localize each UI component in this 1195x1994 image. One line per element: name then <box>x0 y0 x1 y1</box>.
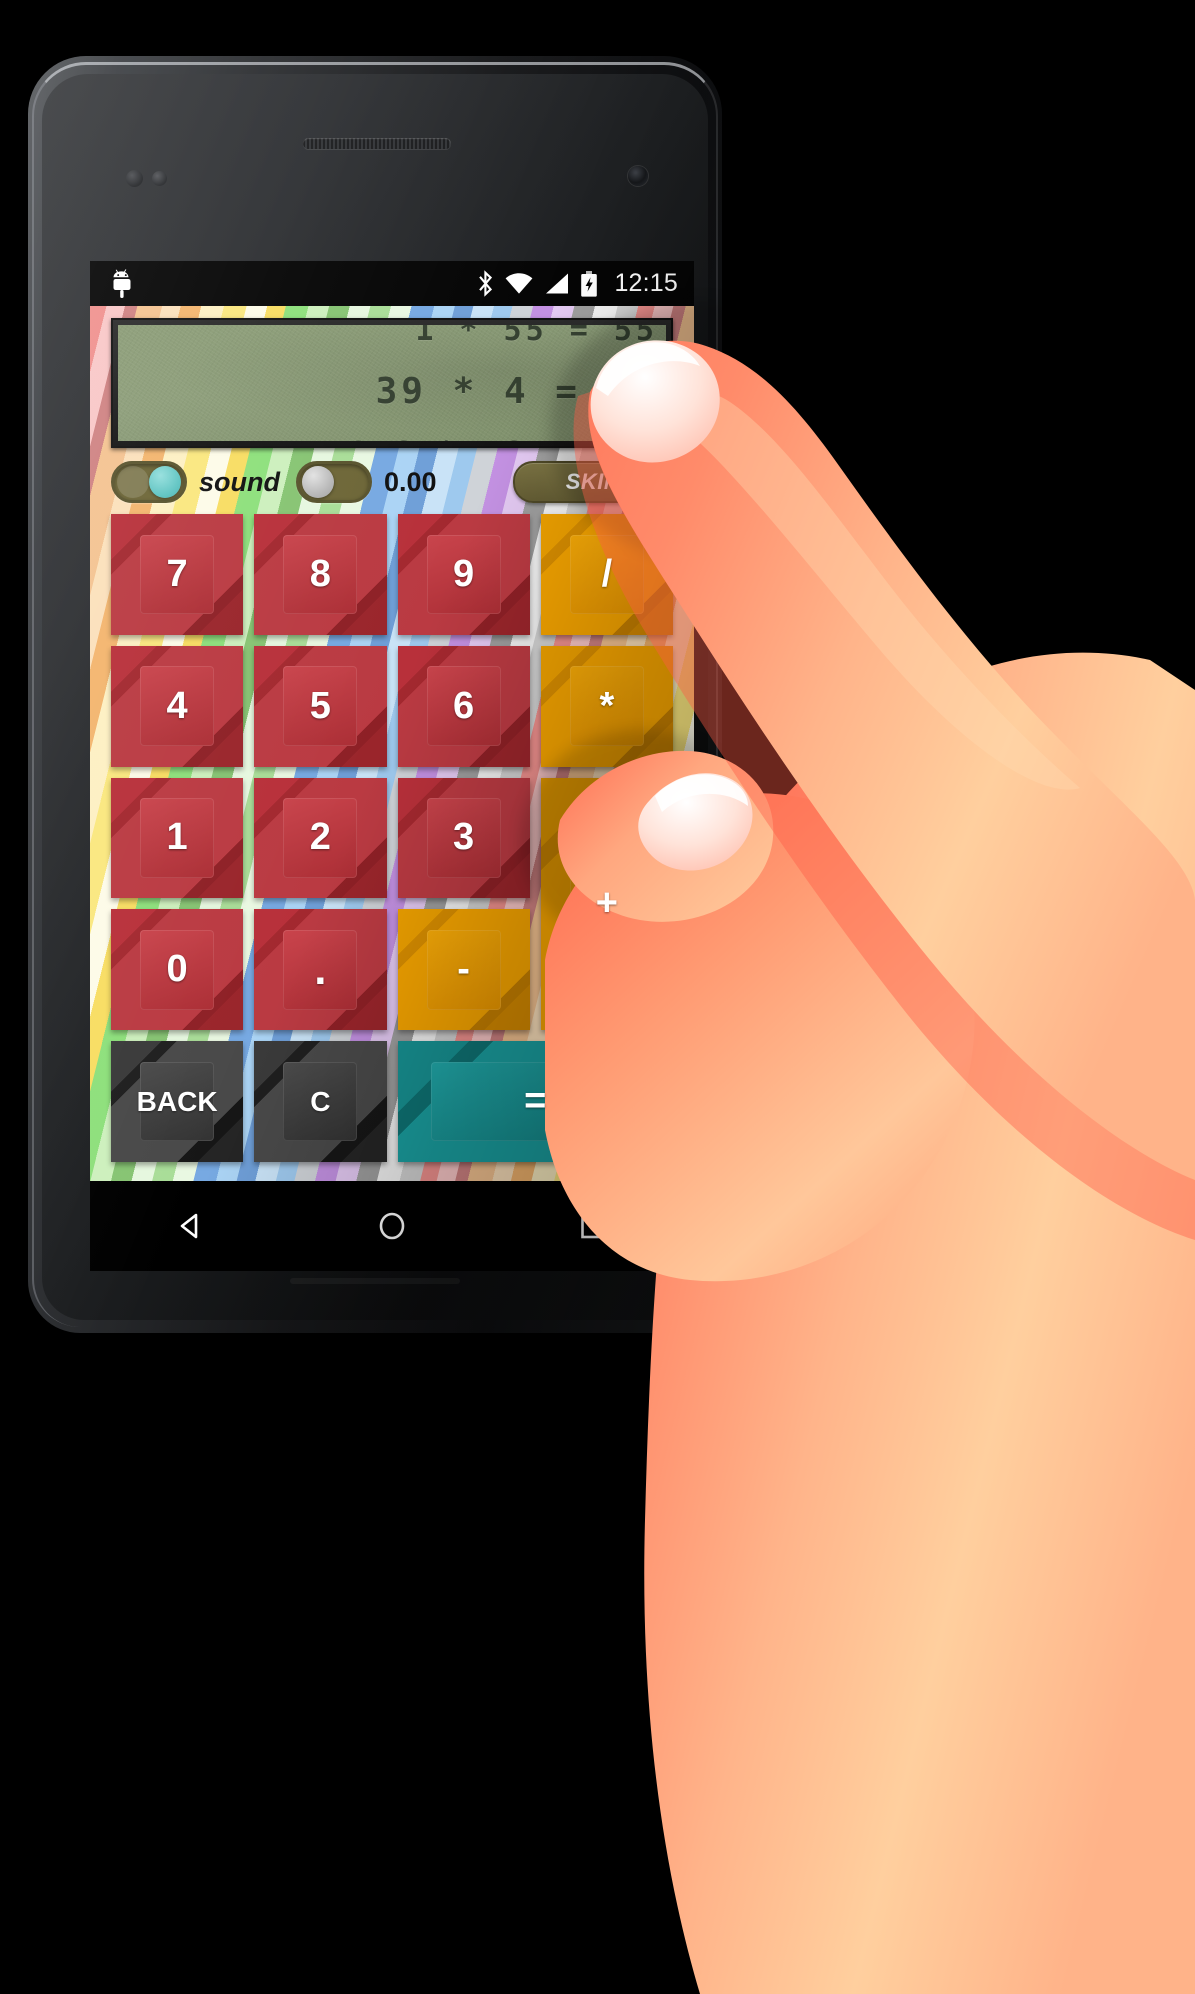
key-label: 0 <box>166 948 188 991</box>
key-plus[interactable]: + <box>540 777 673 1031</box>
android-navigation-bar <box>90 1181 694 1271</box>
calculation-history: 1 * 55 = 55 39 * 4 = 15 156 * 56 = 873 <box>118 325 666 441</box>
history-line: 156 * 56 = 873 <box>118 439 666 442</box>
key-label: 9 <box>453 552 475 595</box>
key-1[interactable]: 1 <box>111 777 244 899</box>
calculator-control-row: sound 0.00 SKIN <box>111 458 673 506</box>
sensor-dot-icon <box>126 170 143 187</box>
skin-button[interactable]: SKIN <box>513 461 673 503</box>
key-minus[interactable]: - <box>397 909 530 1031</box>
phone-device: 12:15 1 * 55 = 55 39 * 4 = 15 156 * 56 =… <box>28 56 722 1333</box>
key-label: + <box>595 882 618 925</box>
back-icon <box>180 1213 197 1239</box>
calculator-display: 1 * 55 = 55 39 * 4 = 15 156 * 56 = 873 <box>118 325 666 441</box>
nav-recents-button[interactable] <box>556 1196 630 1256</box>
sound-toggle[interactable] <box>111 461 187 503</box>
skin-button-label: SKIN <box>565 469 621 494</box>
key-label: 8 <box>309 552 331 595</box>
bottom-speaker-grille <box>290 1278 460 1284</box>
sound-toggle-knob[interactable] <box>149 466 181 498</box>
history-line-current: 39 * 4 = 15 <box>375 371 658 412</box>
calculator-display-frame: 1 * 55 = 55 39 * 4 = 15 156 * 56 = 873 <box>111 318 673 448</box>
status-bar-notifications <box>90 268 477 299</box>
memory-toggle[interactable] <box>296 461 372 503</box>
key-5[interactable]: 5 <box>254 645 387 767</box>
key-divide[interactable]: / <box>540 514 673 635</box>
key-label: * <box>599 684 615 727</box>
key-label: 4 <box>166 684 188 727</box>
recents-icon <box>581 1213 606 1239</box>
key-3[interactable]: 3 <box>397 777 530 899</box>
key-9[interactable]: 9 <box>397 514 530 635</box>
nav-back-button[interactable] <box>154 1196 228 1256</box>
key-back[interactable]: BACK <box>111 1041 244 1162</box>
key-label: = <box>524 1080 547 1123</box>
calculator-app: 1 * 55 = 55 39 * 4 = 15 156 * 56 = 873 s… <box>90 306 694 1181</box>
key-label: BACK <box>136 1085 218 1117</box>
key-label: 5 <box>309 684 331 727</box>
key-label: 7 <box>166 552 188 595</box>
screenshot-root: 12:15 1 * 55 = 55 39 * 4 = 15 156 * 56 =… <box>0 0 1195 1994</box>
key-label: . <box>314 944 327 994</box>
phone-screen: 12:15 1 * 55 = 55 39 * 4 = 15 156 * 56 =… <box>90 261 694 1271</box>
key-label: C <box>310 1085 331 1117</box>
key-2[interactable]: 2 <box>254 777 387 899</box>
key-label: / <box>601 552 613 595</box>
key-7[interactable]: 7 <box>111 514 244 635</box>
key-label: 1 <box>166 816 188 859</box>
nav-home-button[interactable] <box>355 1196 429 1256</box>
wifi-icon <box>506 273 533 294</box>
status-bar-clock: 12:15 <box>614 269 678 297</box>
front-camera-icon <box>628 166 648 186</box>
key-label: 2 <box>309 816 331 859</box>
home-icon <box>379 1212 405 1240</box>
earpiece-speaker <box>303 138 451 149</box>
key-decimal[interactable]: . <box>254 909 387 1031</box>
key-4[interactable]: 4 <box>111 645 244 767</box>
key-0[interactable]: 0 <box>111 909 244 1031</box>
status-bar-system-icons: 12:15 <box>477 269 694 298</box>
memory-value: 0.00 <box>384 466 437 497</box>
memory-toggle-knob[interactable] <box>302 466 334 498</box>
key-multiply[interactable]: * <box>540 645 673 767</box>
sound-toggle-label: sound <box>199 466 280 497</box>
android-robot-icon <box>113 268 131 298</box>
bluetooth-icon <box>479 270 493 297</box>
key-6[interactable]: 6 <box>397 645 530 767</box>
history-line: 1 * 55 = 55 <box>415 325 658 348</box>
key-label: 3 <box>453 816 475 859</box>
key-c[interactable]: C <box>254 1041 387 1162</box>
cellular-signal-icon <box>546 273 569 294</box>
status-bar: 12:15 <box>90 261 694 306</box>
key-equals[interactable]: = <box>397 1041 673 1162</box>
key-label: - <box>457 948 470 991</box>
battery-charging-icon <box>581 270 598 297</box>
calculator-keypad: 7 8 9 / 4 5 6 * 1 2 3 +0. - BACK C = <box>111 514 673 1162</box>
key-8[interactable]: 8 <box>254 514 387 635</box>
proximity-sensor-icon <box>152 171 167 186</box>
key-label: 6 <box>453 684 475 727</box>
